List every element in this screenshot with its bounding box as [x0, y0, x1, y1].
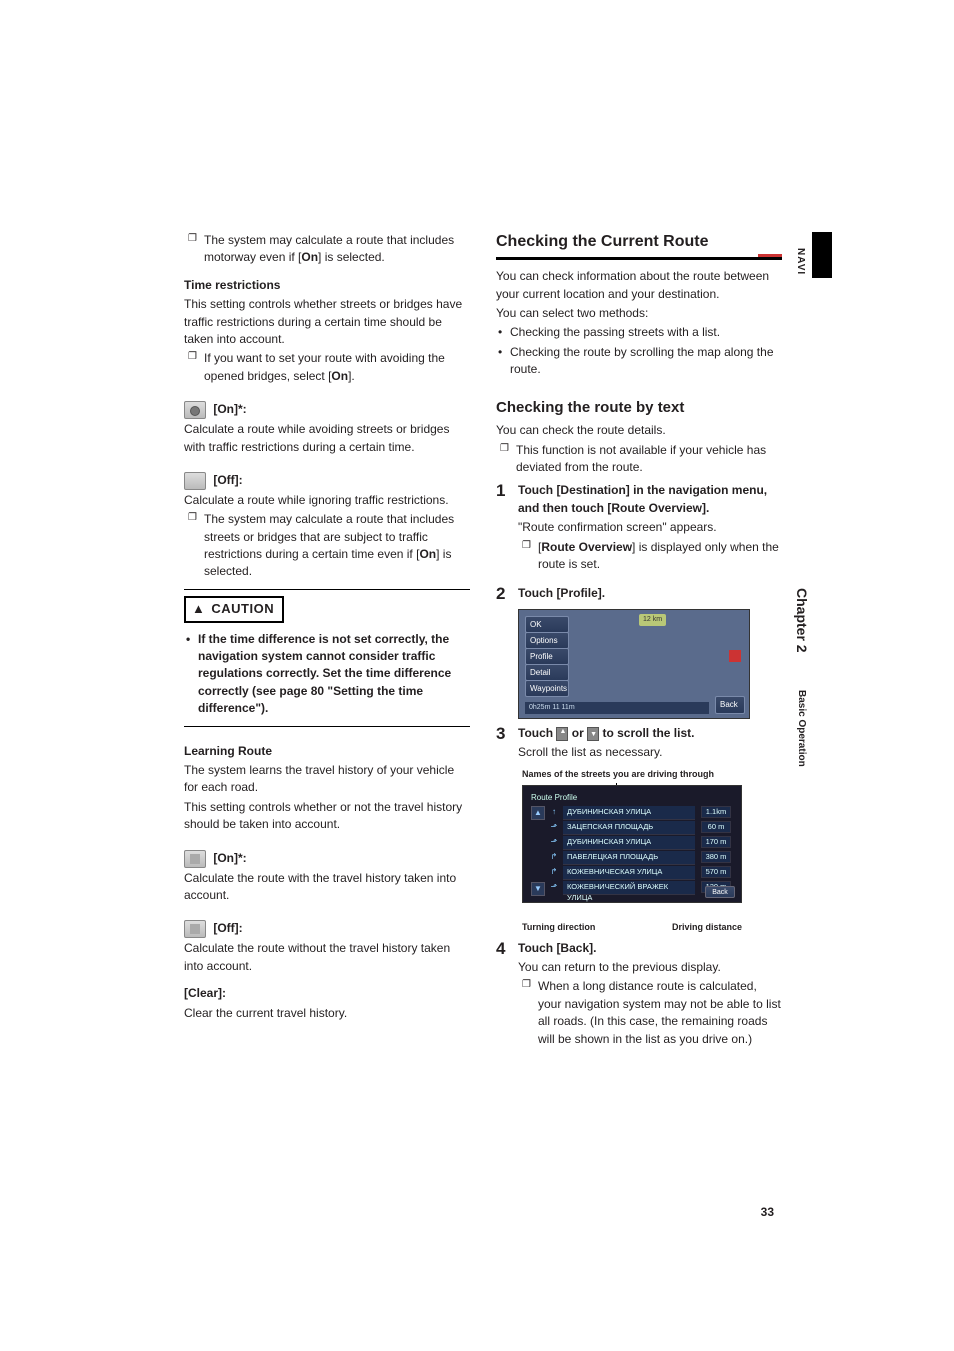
route-overview-screenshot: OK Options Profile Detail Waypoints 12 k…: [518, 609, 750, 719]
turn-icon: ↑: [549, 806, 559, 818]
rp-dist: 170 m: [701, 836, 731, 848]
step3-num: 3: [496, 725, 510, 742]
learn-off-icon: [184, 920, 206, 938]
learning-body2: This setting controls whether or not the…: [184, 799, 470, 834]
learn-on-option: [On]*:: [184, 850, 470, 868]
on-option: [On]*:: [184, 401, 470, 419]
clock-on-icon: [184, 401, 206, 419]
section-rule-accent: [758, 254, 782, 257]
route-profile-screenshot: Route Profile ДУБИНИНСКАЯ УЛИЦА 1.1km ↑ …: [522, 785, 742, 903]
rp-row: ДУБИНИНСКАЯ УЛИЦА: [563, 806, 695, 820]
time-restrictions-note2: The system may calculate a route that in…: [184, 511, 470, 581]
section-rule: [496, 257, 782, 260]
ss-ok-button[interactable]: OK: [525, 616, 569, 634]
learn-off-body: Calculate the route without the travel h…: [184, 940, 470, 975]
side-chapter-label: Chapter 2: [794, 588, 810, 653]
rp-row: КОЖЕВНИЧЕСКАЯ УЛИЦА: [563, 866, 695, 880]
step4-title: Touch [Back].: [518, 940, 782, 957]
sub-bullet: This function is not available if your v…: [496, 442, 782, 477]
side-chapter-sub: Basic Operation: [796, 690, 807, 767]
rp-row: ПАВЕЛЕЦКАЯ ПЛОЩАДЬ: [563, 851, 695, 865]
step1-title: Touch [Destination] in the navigation me…: [518, 482, 782, 517]
rp-row: ДУБИНИНСКАЯ УЛИЦА: [563, 836, 695, 850]
caution-badge: CAUTION: [184, 596, 284, 623]
turn-icon: ↱: [549, 851, 559, 863]
intro: You can check information about the rout…: [496, 268, 782, 303]
ss-profile-button[interactable]: Profile: [525, 648, 569, 666]
step3-title: Touch or to scroll the list.: [518, 725, 782, 742]
rp-dist: 380 m: [701, 851, 731, 863]
rp-back-button[interactable]: Back: [705, 886, 735, 898]
sub-title: Checking the route by text: [496, 397, 782, 419]
rp-row: КОЖЕВНИЧЕСКИЙ ВРАЖЕК УЛИЦА: [563, 881, 695, 895]
ss-detail-button[interactable]: Detail: [525, 664, 569, 682]
caution-body: If the time difference is not set correc…: [184, 631, 470, 718]
left-column: The system may calculate a route that in…: [184, 230, 470, 1054]
intro2: You can select two methods:: [496, 305, 782, 322]
note-motorway: The system may calculate a route that in…: [184, 232, 470, 267]
method1: Checking the passing streets with a list…: [496, 324, 782, 341]
turn-icon: ↱: [549, 866, 559, 878]
ss-options-button[interactable]: Options: [525, 632, 569, 650]
rp-scroll-down[interactable]: [531, 882, 545, 896]
rp-row: ЗАЦЕПСКАЯ ПЛОЩАДЬ: [563, 821, 695, 835]
time-restrictions-title: Time restrictions: [184, 277, 470, 294]
learning-body1: The system learns the travel history of …: [184, 762, 470, 797]
ss-status-bar: 0h25m 11 11m: [525, 702, 709, 714]
rp-title: Route Profile: [531, 792, 577, 804]
step1-note: [Route Overview] is displayed only when …: [518, 539, 782, 574]
method2: Checking the route by scrolling the map …: [496, 344, 782, 379]
scroll-up-icon: [556, 727, 568, 741]
rp-dist: 60 m: [701, 821, 731, 833]
clear-body: Clear the current travel history.: [184, 1005, 470, 1022]
step4-note: When a long distance route is calculated…: [518, 978, 782, 1048]
driving-label: Driving distance: [672, 921, 742, 934]
step4-num: 4: [496, 940, 510, 957]
learn-on-icon: [184, 850, 206, 868]
rp-dist: 1.1km: [701, 806, 731, 818]
turn-icon: ⬏: [549, 881, 559, 893]
on-option-body: Calculate a route while avoiding streets…: [184, 421, 470, 456]
section-title: Checking the Current Route: [496, 230, 782, 253]
rp-scroll-up[interactable]: [531, 806, 545, 820]
learn-on-body: Calculate the route with the travel hist…: [184, 870, 470, 905]
time-restrictions-body: This setting controls whether streets or…: [184, 296, 470, 348]
ss-distance-badge: 12 km: [639, 614, 666, 626]
off-option-body: Calculate a route while ignoring traffic…: [184, 492, 470, 509]
right-column: Checking the Current Route You can check…: [496, 230, 782, 1054]
step1-num: 1: [496, 482, 510, 499]
scroll-down-icon: [587, 727, 599, 741]
learning-title: Learning Route: [184, 743, 470, 760]
sub-intro: You can check the route details.: [496, 422, 782, 439]
step4-body: You can return to the previous display.: [518, 959, 782, 976]
step1-body: "Route confirmation screen" appears.: [518, 519, 782, 536]
time-restrictions-bullet: If you want to set your route with avoid…: [184, 350, 470, 385]
side-black-tab: [812, 232, 832, 278]
clock-off-icon: [184, 472, 206, 490]
ss-waypoints-button[interactable]: Waypoints: [525, 680, 569, 698]
side-navi-label: NAVI: [794, 232, 806, 292]
step3-body: Scroll the list as necessary.: [518, 744, 782, 761]
names-label: Names of the streets you are driving thr…: [522, 768, 782, 781]
step2-title: Touch [Profile].: [518, 585, 782, 602]
off-option: [Off]:: [184, 472, 470, 490]
ss-flag-icon: [729, 650, 741, 662]
rp-dist: 570 m: [701, 866, 731, 878]
step2-num: 2: [496, 585, 510, 602]
turn-icon: ⬏: [549, 821, 559, 833]
learn-off-option: [Off]:: [184, 920, 470, 938]
turning-label: Turning direction: [522, 921, 595, 934]
turn-icon: ⬏: [549, 836, 559, 848]
ss-back-button[interactable]: Back: [715, 696, 745, 714]
clear-label: [Clear]:: [184, 985, 470, 1002]
page-number: 33: [761, 1205, 774, 1219]
